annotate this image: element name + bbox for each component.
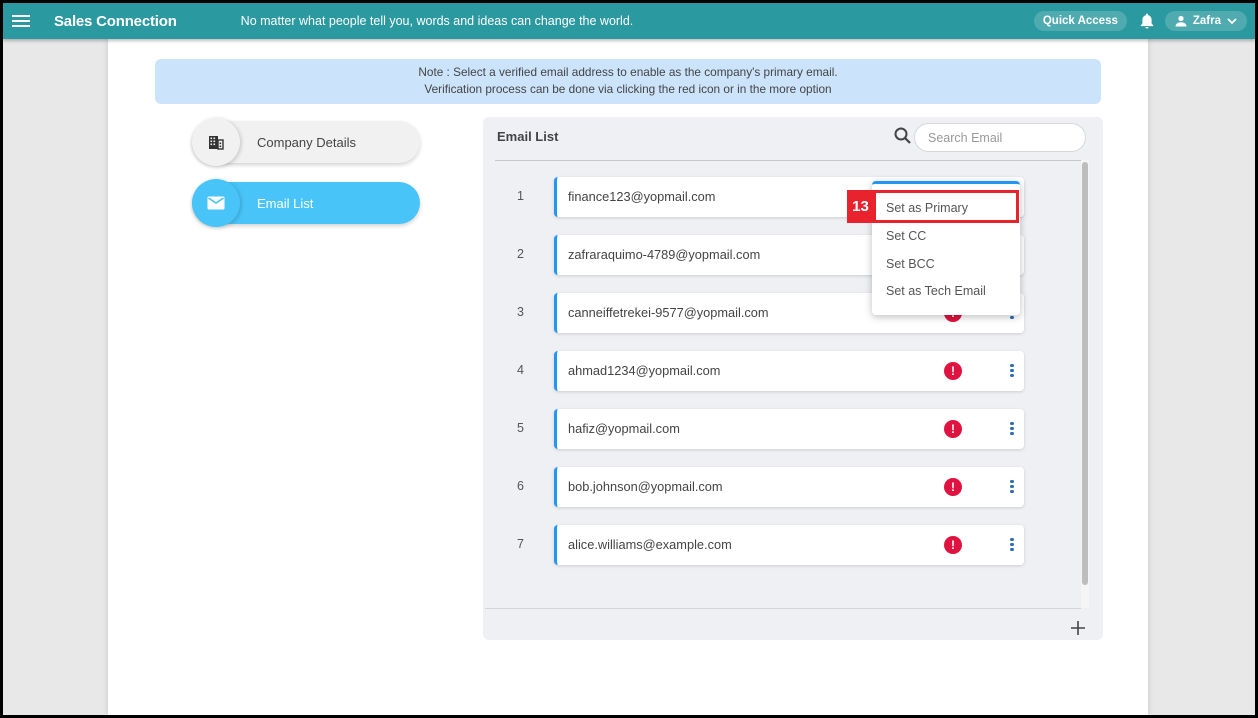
email-address: alice.williams@example.com [568,537,732,552]
top-right-controls: Quick Access Zafra [1033,11,1247,31]
email-row: 7 alice.williams@example.com ! [483,525,1043,565]
search-icon[interactable] [893,126,913,146]
unverified-warning-icon[interactable]: ! [944,478,962,496]
email-address: bob.johnson@yopmail.com [568,479,723,494]
email-address: canneiffetrekei-9577@yopmail.com [568,305,769,320]
step-annotation-badge: 13 [847,190,874,223]
bell-icon[interactable] [1137,11,1157,31]
menu-icon[interactable] [12,15,30,27]
row-number: 4 [517,363,524,377]
email-card[interactable]: ahmad1234@yopmail.com ! [554,351,1024,391]
sidebar-item-label: Email List [257,195,314,211]
email-address: finance123@yopmail.com [568,189,716,204]
sidebar-item-company-details[interactable]: Company Details [192,118,420,166]
menu-item-set-bcc[interactable]: Set BCC [886,257,935,271]
email-card[interactable]: hafiz@yopmail.com ! [554,409,1024,449]
email-options-menu: Set as Primary Set CC Set BCC Set as Tec… [872,181,1020,315]
sidebar-item-label: Company Details [257,134,356,150]
note-line-2: Verification process can be done via cli… [424,82,832,96]
app-frame: Sales Connection No matter what people t… [3,3,1255,715]
row-number: 6 [517,479,524,493]
plus-icon [1071,621,1085,635]
divider [485,608,1081,609]
user-name: Zafra [1192,15,1221,27]
more-options-icon[interactable] [1006,420,1018,438]
row-number: 1 [517,189,524,203]
tagline: No matter what people tell you, words an… [240,14,634,28]
unverified-warning-icon[interactable]: ! [944,420,962,438]
row-number: 5 [517,421,524,435]
unverified-warning-icon[interactable]: ! [944,362,962,380]
menu-item-set-as-tech-email[interactable]: Set as Tech Email [886,284,986,298]
quick-access-button[interactable]: Quick Access [1033,11,1127,31]
row-number: 3 [517,305,524,319]
row-number: 2 [517,247,524,261]
more-options-icon[interactable] [1006,362,1018,380]
menu-item-set-cc[interactable]: Set CC [886,229,926,243]
main-content: Note : Select a verified email address t… [108,39,1148,715]
unverified-warning-icon[interactable]: ! [944,536,962,554]
email-address: zafraraquimo-4789@yopmail.com [568,247,761,262]
row-number: 7 [517,537,524,551]
building-icon [192,118,240,166]
scrollbar[interactable] [1081,160,1089,608]
panel-title: Email List [497,129,559,144]
scrollbar-thumb[interactable] [1082,162,1088,585]
menu-item-set-as-primary[interactable]: Set as Primary [886,201,968,215]
chevron-down-icon [1227,18,1237,25]
note-line-1: Note : Select a verified email address t… [418,65,838,79]
email-address: ahmad1234@yopmail.com [568,363,721,378]
more-options-icon[interactable] [1006,536,1018,554]
user-menu-button[interactable]: Zafra [1164,11,1247,31]
user-icon [1175,15,1187,27]
email-row: 6 bob.johnson@yopmail.com ! [483,467,1043,507]
more-options-icon[interactable] [1006,478,1018,496]
add-email-button[interactable] [1067,617,1089,639]
note-banner: Note : Select a verified email address t… [155,59,1101,104]
email-address: hafiz@yopmail.com [568,421,680,436]
sidebar-item-email-list[interactable]: Email List [192,179,420,227]
top-bar: Sales Connection No matter what people t… [3,3,1255,39]
email-card[interactable]: alice.williams@example.com ! [554,525,1024,565]
email-row: 4 ahmad1234@yopmail.com ! [483,351,1043,391]
brand-title[interactable]: Sales Connection [54,13,177,30]
envelope-icon [192,179,240,227]
divider [495,160,1081,161]
email-card[interactable]: bob.johnson@yopmail.com ! [554,467,1024,507]
email-row: 5 hafiz@yopmail.com ! [483,409,1043,449]
search-email-input[interactable] [914,123,1086,152]
